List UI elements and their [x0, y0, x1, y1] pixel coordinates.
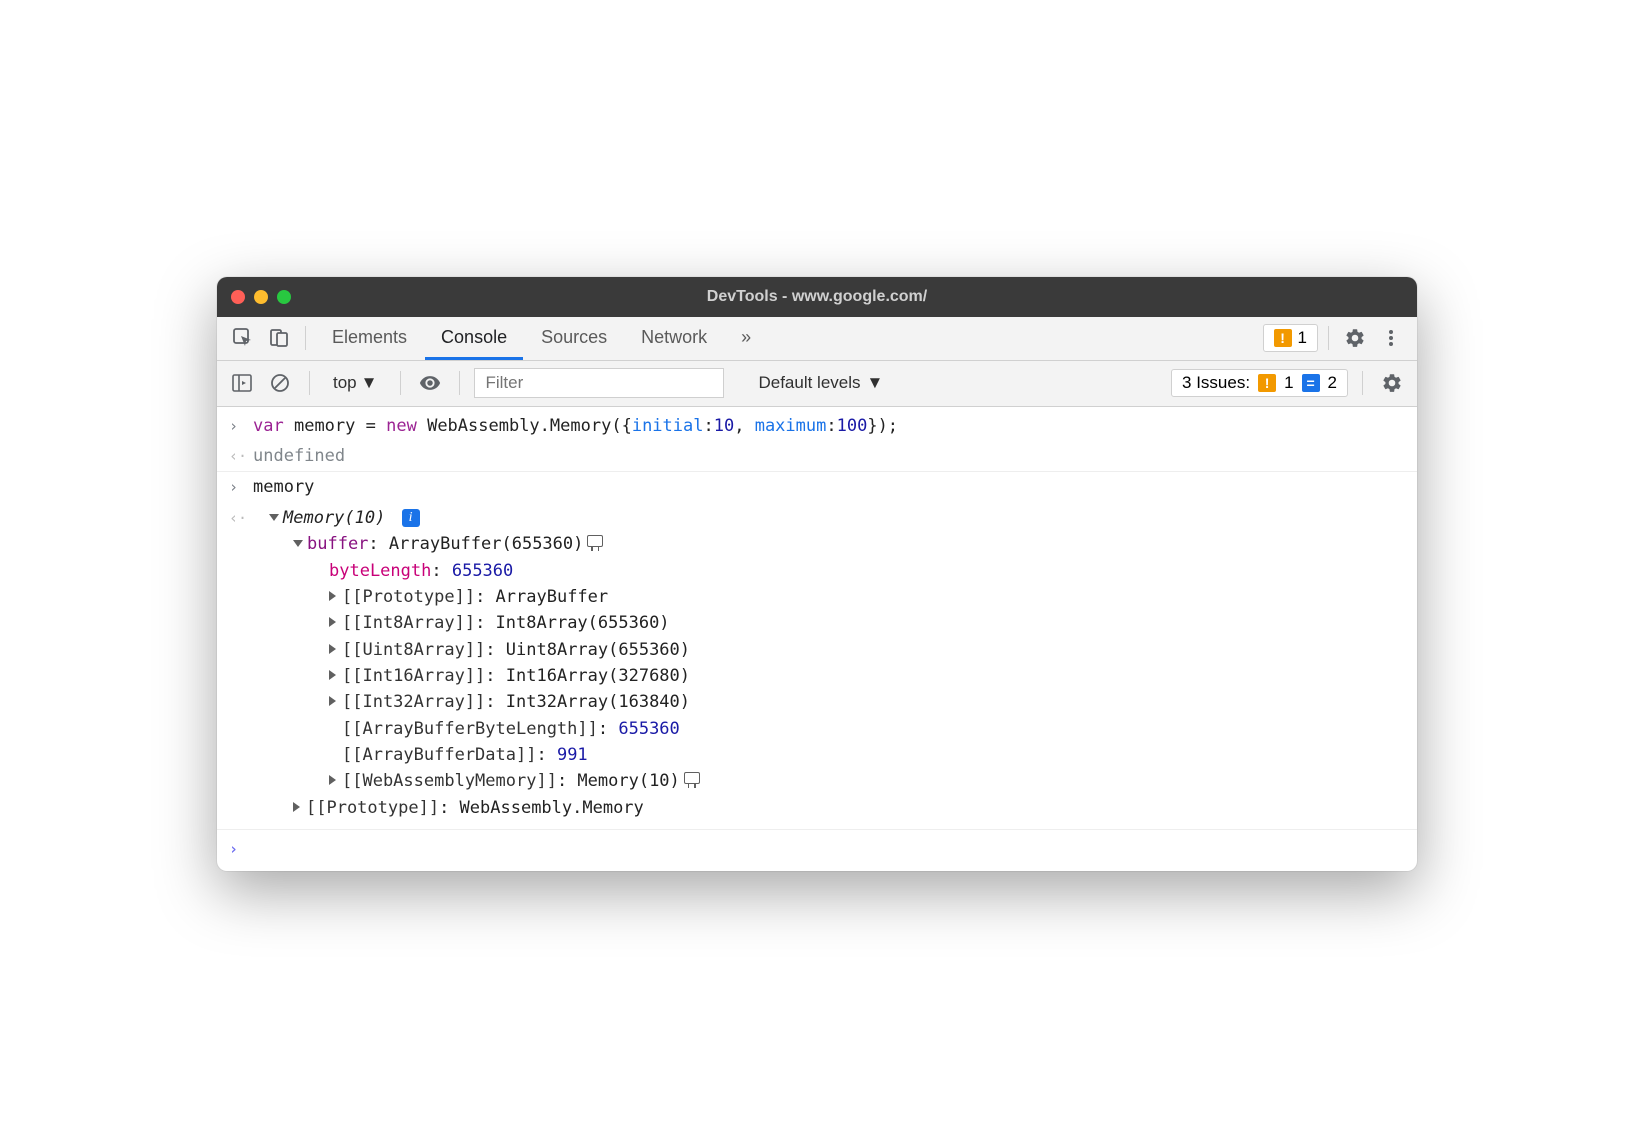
divider	[309, 371, 310, 395]
input-prompt-icon: ›	[229, 836, 253, 861]
expand-toggle-icon[interactable]	[293, 540, 303, 547]
warning-icon: !	[1258, 374, 1276, 392]
window-title: DevTools - www.google.com/	[217, 288, 1417, 306]
info-icon: =	[1302, 374, 1320, 392]
devtools-window: DevTools - www.google.com/ Elements Cons…	[217, 277, 1417, 871]
main-toolbar: Elements Console Sources Network » ! 1	[217, 317, 1417, 361]
console-toolbar: top ▼ Default levels ▼ 3 Issues: ! 1 = 2	[217, 361, 1417, 407]
tab-console[interactable]: Console	[425, 317, 523, 360]
more-menu-icon[interactable]	[1375, 322, 1407, 354]
expand-toggle-icon[interactable]	[329, 696, 336, 706]
object-header[interactable]: Memory(10) i	[253, 505, 1405, 531]
output-prompt-icon: ‹·	[229, 505, 253, 530]
warning-icon: !	[1274, 329, 1292, 347]
info-badge-icon[interactable]: i	[402, 509, 420, 527]
warnings-badge[interactable]: ! 1	[1263, 324, 1318, 352]
object-property[interactable]: [[Uint8Array]]: Uint8Array(655360)	[253, 637, 1405, 663]
tab-network[interactable]: Network	[625, 317, 723, 360]
close-window-button[interactable]	[231, 290, 245, 304]
issues-badge[interactable]: 3 Issues: ! 1 = 2	[1171, 369, 1348, 397]
memory-inspector-icon[interactable]	[587, 535, 603, 547]
chevron-down-icon: ▼	[361, 373, 378, 393]
minimize-window-button[interactable]	[254, 290, 268, 304]
divider	[305, 326, 306, 350]
expand-toggle-icon[interactable]	[329, 617, 336, 627]
input-prompt-icon: ›	[229, 413, 253, 438]
divider	[459, 371, 460, 395]
inspect-element-icon[interactable]	[227, 322, 259, 354]
object-property[interactable]: [[Int32Array]]: Int32Array(163840)	[253, 689, 1405, 715]
tabs-overflow[interactable]: »	[725, 317, 767, 360]
issues-info-count: 2	[1328, 373, 1337, 393]
chevron-down-icon: ▼	[867, 373, 884, 393]
console-live-prompt[interactable]: ›	[217, 829, 1417, 863]
console-code[interactable]: memory	[253, 477, 314, 497]
context-label: top	[333, 373, 357, 393]
maximize-window-button[interactable]	[277, 290, 291, 304]
log-levels-selector[interactable]: Default levels ▼	[750, 370, 891, 396]
issues-warn-count: 1	[1284, 373, 1293, 393]
warnings-count: 1	[1298, 328, 1307, 348]
title-bar: DevTools - www.google.com/	[217, 277, 1417, 317]
output-prompt-icon: ‹·	[229, 443, 253, 468]
device-toolbar-icon[interactable]	[263, 322, 295, 354]
expand-toggle-icon[interactable]	[329, 591, 336, 601]
divider	[400, 371, 401, 395]
console-result-row: ‹· Memory(10) i buffer: ArrayBuffer(6553…	[217, 503, 1417, 823]
object-property[interactable]: [[ArrayBufferByteLength]]: 655360	[253, 716, 1405, 742]
object-property[interactable]: [[Int8Array]]: Int8Array(655360)	[253, 610, 1405, 636]
expand-toggle-icon[interactable]	[293, 802, 300, 812]
issues-label: 3 Issues:	[1182, 373, 1250, 393]
execution-context-selector[interactable]: top ▼	[324, 369, 386, 397]
tab-sources[interactable]: Sources	[525, 317, 623, 360]
divider	[1328, 326, 1329, 350]
clear-console-icon[interactable]	[265, 368, 295, 398]
console-settings-icon[interactable]	[1377, 368, 1407, 398]
console-output: › var memory = new WebAssembly.Memory({i…	[217, 407, 1417, 871]
expand-toggle-icon[interactable]	[329, 670, 336, 680]
tab-elements[interactable]: Elements	[316, 317, 423, 360]
panel-tabs: Elements Console Sources Network »	[316, 317, 767, 360]
object-property[interactable]: byteLength: 655360	[253, 558, 1405, 584]
settings-icon[interactable]	[1339, 322, 1371, 354]
show-console-sidebar-icon[interactable]	[227, 368, 257, 398]
input-prompt-icon: ›	[229, 474, 253, 499]
object-property[interactable]: buffer: ArrayBuffer(655360)	[253, 531, 1405, 557]
undefined-value: undefined	[253, 446, 345, 466]
object-property[interactable]: [[ArrayBufferData]]: 991	[253, 742, 1405, 768]
object-property[interactable]: [[WebAssemblyMemory]]: Memory(10)	[253, 768, 1405, 794]
traffic-lights	[231, 290, 291, 304]
expand-toggle-icon[interactable]	[329, 775, 336, 785]
expand-toggle-icon[interactable]	[329, 644, 336, 654]
live-expression-icon[interactable]	[415, 368, 445, 398]
expand-toggle-icon[interactable]	[269, 514, 279, 521]
object-property[interactable]: [[Prototype]]: WebAssembly.Memory	[253, 795, 1405, 821]
levels-label: Default levels	[758, 373, 860, 393]
console-input-row: › var memory = new WebAssembly.Memory({i…	[217, 411, 1417, 441]
divider	[1362, 371, 1363, 395]
object-property[interactable]: [[Int16Array]]: Int16Array(327680)	[253, 663, 1405, 689]
console-input-row: › memory	[217, 472, 1417, 502]
console-code[interactable]: var memory = new WebAssembly.Memory({ini…	[253, 413, 1405, 439]
memory-inspector-icon[interactable]	[684, 772, 700, 784]
object-property[interactable]: [[Prototype]]: ArrayBuffer	[253, 584, 1405, 610]
filter-input[interactable]	[474, 368, 724, 398]
console-output-row: ‹· undefined	[217, 441, 1417, 472]
